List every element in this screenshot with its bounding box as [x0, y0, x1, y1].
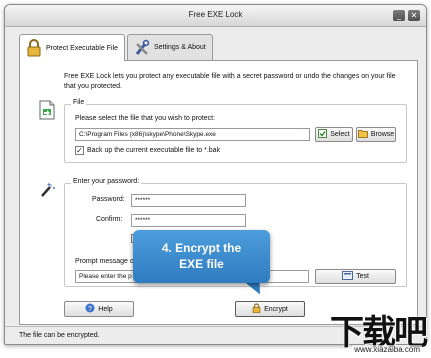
lock-icon — [26, 39, 42, 57]
password-input[interactable]: ****** — [131, 194, 246, 207]
lock-icon — [252, 303, 261, 315]
file-prompt-label: Please select the file that you wish to … — [75, 115, 216, 122]
file-group-legend: File — [71, 99, 87, 106]
backup-label: Back up the current executable file to *… — [87, 147, 221, 154]
browse-button-label: Browse — [370, 131, 395, 138]
confirm-input[interactable]: ****** — [131, 214, 246, 227]
backup-checkbox[interactable]: ✓ — [75, 146, 84, 155]
watermark-logo: 下载吧 www.xiazaiba.com — [302, 303, 428, 355]
help-button[interactable]: ? Help — [64, 301, 134, 317]
help-button-label: Help — [98, 305, 113, 313]
confirm-label: Confirm: — [96, 216, 123, 223]
window-controls: _ ✕ — [393, 10, 420, 21]
encrypt-button[interactable]: Encrypt — [235, 301, 305, 317]
select-icon — [318, 129, 328, 140]
watermark-url: www.xiazaiba.com — [352, 345, 422, 354]
file-group: File Please select the file that you wis… — [64, 99, 407, 163]
window-title: Free EXE Lock — [188, 10, 243, 19]
tab-settings-about[interactable]: Settings & About — [126, 34, 213, 60]
close-button[interactable]: ✕ — [408, 10, 420, 21]
minimize-button[interactable]: _ — [393, 10, 405, 21]
test-button-label: Test — [356, 273, 369, 280]
select-button[interactable]: Select — [315, 127, 353, 142]
file-path-input[interactable]: C:\Program Files (x86)\skype\Phone\Skype… — [75, 128, 310, 141]
callout-line-1: 4. Encrypt the — [161, 241, 242, 255]
prompt-message-label: Prompt message o — [75, 258, 134, 265]
tab-label: Protect Executable File — [46, 44, 118, 52]
tab-label: Settings & About — [153, 44, 206, 51]
title-bar: Free EXE Lock _ ✕ — [5, 5, 426, 27]
folder-icon — [357, 129, 368, 140]
status-text: The file can be encrypted. — [19, 332, 100, 339]
tab-protect-executable[interactable]: Protect Executable File — [19, 34, 125, 61]
browse-button[interactable]: Browse — [356, 127, 396, 142]
tab-strip: Protect Executable File Settings & About — [19, 34, 215, 61]
file-icon — [38, 100, 56, 122]
password-label: Password: — [92, 196, 125, 203]
test-button[interactable]: Test — [315, 269, 396, 284]
select-button-label: Select — [330, 131, 350, 138]
protect-panel: Free EXE Lock lets you protect any execu… — [19, 60, 418, 325]
svg-text:?: ? — [88, 306, 92, 313]
magic-wand-icon — [38, 181, 56, 201]
app-window: Free EXE Lock _ ✕ Protect Executable Fil… — [4, 4, 427, 345]
test-icon — [342, 271, 354, 282]
encrypt-button-label: Encrypt — [264, 305, 288, 313]
help-icon: ? — [85, 303, 95, 315]
callout-line-2: EXE file — [179, 257, 224, 271]
intro-text: Free EXE Lock lets you protect any execu… — [64, 73, 396, 90]
tutorial-callout: 4. Encrypt the EXE file — [133, 230, 270, 283]
tools-icon — [134, 39, 150, 57]
password-group-legend: Enter your password: — [71, 178, 142, 185]
